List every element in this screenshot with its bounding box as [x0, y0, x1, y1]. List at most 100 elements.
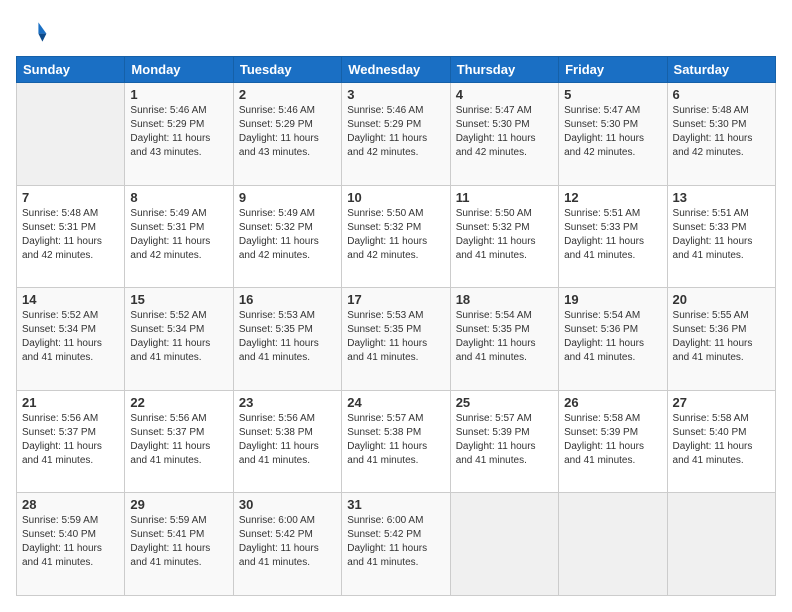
day-info: Sunrise: 5:56 AM Sunset: 5:38 PM Dayligh… — [239, 412, 336, 468]
calendar-table: SundayMondayTuesdayWednesdayThursdayFrid… — [16, 56, 776, 596]
calendar-cell: 9 Sunrise: 5:49 AM Sunset: 5:32 PM Daylig… — [233, 185, 341, 288]
day-info: Sunrise: 5:46 AM Sunset: 5:29 PM Dayligh… — [130, 104, 227, 160]
calendar-week-row: 1 Sunrise: 5:46 AM Sunset: 5:29 PM Daylig… — [17, 83, 776, 186]
calendar-header-row: SundayMondayTuesdayWednesdayThursdayFrid… — [17, 57, 776, 83]
calendar-cell: 21 Sunrise: 5:56 AM Sunset: 5:37 PM Dayli… — [17, 390, 125, 493]
day-number: 19 — [564, 292, 661, 307]
calendar-cell: 11 Sunrise: 5:50 AM Sunset: 5:32 PM Dayli… — [450, 185, 558, 288]
calendar-cell: 13Sunrise: 5:51 AM Sunset: 5:33 PM Dayli… — [667, 185, 775, 288]
day-info: Sunrise: 5:52 AM Sunset: 5:34 PM Dayligh… — [130, 309, 227, 365]
day-number: 1 — [130, 87, 227, 102]
day-info: Sunrise: 6:00 AM Sunset: 5:42 PM Dayligh… — [239, 514, 336, 570]
calendar-cell: 25 Sunrise: 5:57 AM Sunset: 5:39 PM Dayli… — [450, 390, 558, 493]
day-info: Sunrise: 5:58 AM Sunset: 5:40 PM Dayligh… — [673, 412, 770, 468]
day-number: 29 — [130, 497, 227, 512]
calendar-cell: 2 Sunrise: 5:46 AM Sunset: 5:29 PM Daylig… — [233, 83, 341, 186]
day-number: 24 — [347, 395, 444, 410]
calendar-cell: 18 Sunrise: 5:54 AM Sunset: 5:35 PM Dayli… — [450, 288, 558, 391]
header — [16, 16, 776, 48]
calendar-cell: 27 Sunrise: 5:58 AM Sunset: 5:40 PM Dayli… — [667, 390, 775, 493]
day-number: 8 — [130, 190, 227, 205]
day-number: 7 — [22, 190, 119, 205]
calendar-cell: 19Sunrise: 5:54 AM Sunset: 5:36 PM Dayli… — [559, 288, 667, 391]
logo — [16, 16, 52, 48]
calendar-cell: 7 Sunrise: 5:48 AM Sunset: 5:31 PM Daylig… — [17, 185, 125, 288]
day-info: Sunrise: 5:54 AM Sunset: 5:35 PM Dayligh… — [456, 309, 553, 365]
day-info: Sunrise: 5:53 AM Sunset: 5:35 PM Dayligh… — [347, 309, 444, 365]
day-info: Sunrise: 5:46 AM Sunset: 5:29 PM Dayligh… — [239, 104, 336, 160]
day-number: 16 — [239, 292, 336, 307]
calendar-cell: 28 Sunrise: 5:59 AM Sunset: 5:40 PM Dayli… — [17, 493, 125, 596]
calendar-cell: 24 Sunrise: 5:57 AM Sunset: 5:38 PM Dayli… — [342, 390, 450, 493]
day-info: Sunrise: 5:47 AM Sunset: 5:30 PM Dayligh… — [564, 104, 661, 160]
calendar-cell: 31 Sunrise: 6:00 AM Sunset: 5:42 PM Dayli… — [342, 493, 450, 596]
day-number: 15 — [130, 292, 227, 307]
day-info: Sunrise: 5:52 AM Sunset: 5:34 PM Dayligh… — [22, 309, 119, 365]
day-info: Sunrise: 5:56 AM Sunset: 5:37 PM Dayligh… — [22, 412, 119, 468]
day-number: 22 — [130, 395, 227, 410]
day-info: Sunrise: 5:48 AM Sunset: 5:31 PM Dayligh… — [22, 207, 119, 263]
day-number: 2 — [239, 87, 336, 102]
calendar-week-row: 14 Sunrise: 5:52 AM Sunset: 5:34 PM Dayli… — [17, 288, 776, 391]
day-info: Sunrise: 5:58 AM Sunset: 5:39 PM Dayligh… — [564, 412, 661, 468]
calendar-cell: 29Sunrise: 5:59 AM Sunset: 5:41 PM Dayli… — [125, 493, 233, 596]
calendar-cell: 15 Sunrise: 5:52 AM Sunset: 5:34 PM Dayli… — [125, 288, 233, 391]
day-info: Sunrise: 5:59 AM Sunset: 5:40 PM Dayligh… — [22, 514, 119, 570]
calendar-cell: 1 Sunrise: 5:46 AM Sunset: 5:29 PM Daylig… — [125, 83, 233, 186]
day-info: Sunrise: 6:00 AM Sunset: 5:42 PM Dayligh… — [347, 514, 444, 570]
column-header-thursday: Thursday — [450, 57, 558, 83]
calendar-cell: 12Sunrise: 5:51 AM Sunset: 5:33 PM Dayli… — [559, 185, 667, 288]
day-number: 28 — [22, 497, 119, 512]
day-number: 9 — [239, 190, 336, 205]
calendar-cell: 30 Sunrise: 6:00 AM Sunset: 5:42 PM Dayli… — [233, 493, 341, 596]
day-number: 25 — [456, 395, 553, 410]
day-info: Sunrise: 5:50 AM Sunset: 5:32 PM Dayligh… — [347, 207, 444, 263]
day-info: Sunrise: 5:49 AM Sunset: 5:31 PM Dayligh… — [130, 207, 227, 263]
day-number: 14 — [22, 292, 119, 307]
calendar-cell: 14 Sunrise: 5:52 AM Sunset: 5:34 PM Dayli… — [17, 288, 125, 391]
calendar-cell: 6 Sunrise: 5:48 AM Sunset: 5:30 PM Daylig… — [667, 83, 775, 186]
column-header-monday: Monday — [125, 57, 233, 83]
day-number: 13 — [673, 190, 770, 205]
column-header-friday: Friday — [559, 57, 667, 83]
calendar-cell — [450, 493, 558, 596]
calendar-cell: 20 Sunrise: 5:55 AM Sunset: 5:36 PM Dayli… — [667, 288, 775, 391]
day-number: 31 — [347, 497, 444, 512]
day-info: Sunrise: 5:51 AM Sunset: 5:33 PM Dayligh… — [564, 207, 661, 263]
day-info: Sunrise: 5:48 AM Sunset: 5:30 PM Dayligh… — [673, 104, 770, 160]
page: SundayMondayTuesdayWednesdayThursdayFrid… — [0, 0, 792, 612]
day-info: Sunrise: 5:50 AM Sunset: 5:32 PM Dayligh… — [456, 207, 553, 263]
day-number: 4 — [456, 87, 553, 102]
column-header-sunday: Sunday — [17, 57, 125, 83]
day-info: Sunrise: 5:49 AM Sunset: 5:32 PM Dayligh… — [239, 207, 336, 263]
day-number: 11 — [456, 190, 553, 205]
calendar-cell — [667, 493, 775, 596]
day-info: Sunrise: 5:53 AM Sunset: 5:35 PM Dayligh… — [239, 309, 336, 365]
day-number: 6 — [673, 87, 770, 102]
day-info: Sunrise: 5:57 AM Sunset: 5:39 PM Dayligh… — [456, 412, 553, 468]
calendar-week-row: 21 Sunrise: 5:56 AM Sunset: 5:37 PM Dayli… — [17, 390, 776, 493]
day-number: 5 — [564, 87, 661, 102]
day-number: 17 — [347, 292, 444, 307]
day-number: 26 — [564, 395, 661, 410]
day-info: Sunrise: 5:57 AM Sunset: 5:38 PM Dayligh… — [347, 412, 444, 468]
day-info: Sunrise: 5:56 AM Sunset: 5:37 PM Dayligh… — [130, 412, 227, 468]
day-number: 3 — [347, 87, 444, 102]
day-number: 21 — [22, 395, 119, 410]
day-number: 18 — [456, 292, 553, 307]
day-number: 30 — [239, 497, 336, 512]
day-number: 27 — [673, 395, 770, 410]
calendar-week-row: 28 Sunrise: 5:59 AM Sunset: 5:40 PM Dayli… — [17, 493, 776, 596]
day-number: 20 — [673, 292, 770, 307]
calendar-cell: 22 Sunrise: 5:56 AM Sunset: 5:37 PM Dayli… — [125, 390, 233, 493]
day-number: 23 — [239, 395, 336, 410]
calendar-cell: 26 Sunrise: 5:58 AM Sunset: 5:39 PM Dayli… — [559, 390, 667, 493]
day-info: Sunrise: 5:46 AM Sunset: 5:29 PM Dayligh… — [347, 104, 444, 160]
calendar-cell: 4 Sunrise: 5:47 AM Sunset: 5:30 PM Daylig… — [450, 83, 558, 186]
calendar-cell: 10Sunrise: 5:50 AM Sunset: 5:32 PM Dayli… — [342, 185, 450, 288]
day-info: Sunrise: 5:47 AM Sunset: 5:30 PM Dayligh… — [456, 104, 553, 160]
calendar-cell: 23 Sunrise: 5:56 AM Sunset: 5:38 PM Dayli… — [233, 390, 341, 493]
column-header-saturday: Saturday — [667, 57, 775, 83]
day-info: Sunrise: 5:55 AM Sunset: 5:36 PM Dayligh… — [673, 309, 770, 365]
logo-icon — [16, 16, 48, 48]
